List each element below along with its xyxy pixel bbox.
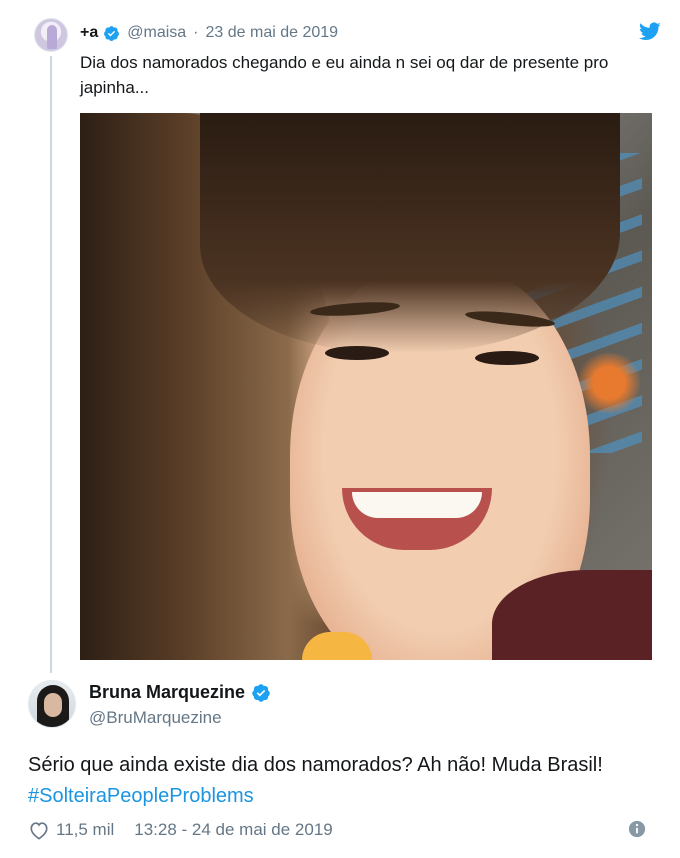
- quoted-tweet[interactable]: +a @maisa · 23 de mai de 2019 Dia dos na…: [0, 0, 680, 673]
- teeth: [352, 492, 482, 518]
- reply-tweet[interactable]: Bruna Marquezine @BruMarquezine Sério qu…: [0, 670, 680, 858]
- verified-badge-icon: [252, 683, 270, 702]
- hashtag-link[interactable]: #SolteiraPeopleProblems: [28, 785, 254, 807]
- quoted-handle[interactable]: @maisa: [127, 24, 186, 42]
- reply-text-body: Sério que ainda existe dia dos namorados…: [28, 754, 603, 776]
- reply-name-row: Bruna Marquezine: [89, 682, 271, 703]
- reply-timestamp[interactable]: 13:28 - 24 de mai de 2019: [134, 820, 332, 840]
- thread-line: [50, 56, 52, 673]
- reply-handle[interactable]: @BruMarquezine: [89, 708, 222, 728]
- reply-footer: 11,5 mil 13:28 - 24 de mai de 2019: [28, 818, 652, 842]
- eye-right: [475, 351, 539, 365]
- avatar-face: [44, 693, 62, 717]
- quoted-date[interactable]: 23 de mai de 2019: [206, 24, 339, 42]
- quoted-display-name[interactable]: +a: [80, 24, 98, 42]
- like-count[interactable]: 11,5 mil: [56, 820, 114, 840]
- quoted-tweet-header: +a @maisa · 23 de mai de 2019: [80, 22, 338, 44]
- info-icon[interactable]: [628, 820, 646, 838]
- twitter-bird-icon[interactable]: [638, 20, 662, 42]
- verified-badge-icon: [104, 25, 120, 41]
- tweet-photo[interactable]: [80, 113, 652, 660]
- heart-icon[interactable]: [28, 820, 50, 840]
- meta-separator: ·: [193, 24, 199, 41]
- reply-display-name[interactable]: Bruna Marquezine: [89, 682, 245, 703]
- quoted-tweet-text: Dia dos namorados chegando e eu ainda n …: [80, 53, 609, 97]
- hair-top: [200, 113, 620, 353]
- avatar-figure: [47, 25, 57, 49]
- bruna-avatar[interactable]: [28, 680, 76, 728]
- maisa-avatar[interactable]: [34, 18, 68, 52]
- eye-left: [325, 346, 389, 360]
- reply-tweet-text: Sério que ainda existe dia dos namorados…: [28, 750, 648, 812]
